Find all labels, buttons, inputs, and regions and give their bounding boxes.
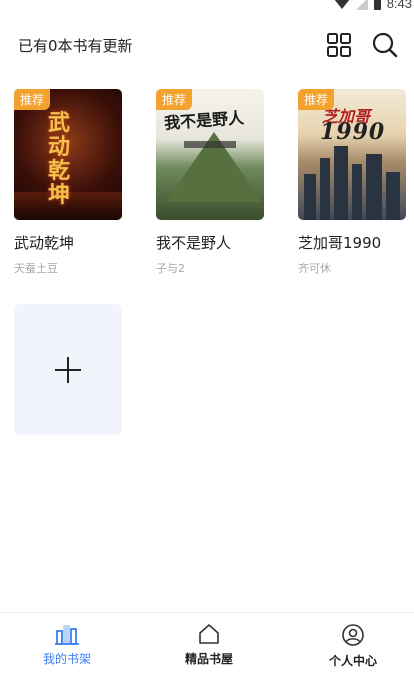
status-bar: 8:43 (0, 0, 414, 14)
tab-label: 我的书架 (42, 652, 91, 666)
recommend-tag: 推荐 (298, 89, 335, 110)
status-time: 8:43 (386, 0, 412, 11)
update-status-text: 已有0本书有更新 (18, 36, 133, 55)
book-item[interactable]: 推荐 武动乾坤 武动乾坤 天蚕土豆 (14, 89, 124, 276)
tab-profile[interactable]: 个人中心 (293, 613, 413, 683)
bookshelf-icon (55, 625, 79, 645)
book-author: 天蚕土豆 (14, 262, 58, 275)
plus-icon (55, 356, 81, 383)
cover-art (366, 154, 382, 220)
cover-art (352, 164, 362, 220)
book-author: 齐可休 (298, 262, 331, 275)
wifi-icon (333, 0, 350, 9)
status-icons: 8:43 (333, 0, 412, 11)
add-book-button[interactable] (14, 304, 122, 435)
home-icon (199, 624, 219, 644)
tab-bookstore[interactable]: 精品书屋 (149, 613, 269, 683)
book-cover[interactable]: 推荐 芝加哥 1990 (298, 89, 406, 220)
recommend-tag: 推荐 (14, 89, 51, 110)
battery-icon (373, 0, 381, 10)
cover-title: 武动乾坤 (48, 110, 72, 208)
bottom-nav: 我的书架 精品书屋 个人中心 (0, 612, 414, 690)
book-title[interactable]: 芝加哥1990 (298, 232, 408, 253)
cover-art (386, 172, 400, 220)
book-cover[interactable]: 推荐 武动乾坤 (14, 89, 122, 220)
header: 已有0本书有更新 (0, 22, 414, 68)
book-title[interactable]: 我不是野人 (156, 232, 266, 253)
search-button[interactable] (370, 30, 400, 60)
book-title[interactable]: 武动乾坤 (14, 232, 124, 253)
recommend-tag: 推荐 (156, 89, 193, 110)
search-icon (372, 32, 398, 58)
tab-label: 个人中心 (328, 654, 377, 668)
book-item[interactable]: 推荐 我不是野人 我不是野人 子与2 (156, 89, 266, 276)
cover-art (304, 174, 316, 220)
signal-icon (355, 0, 368, 10)
book-author: 子与2 (156, 262, 185, 275)
grid-view-button[interactable] (324, 30, 354, 60)
user-icon (342, 624, 364, 646)
cover-year: 1990 (320, 119, 386, 145)
book-item[interactable]: 推荐 芝加哥 1990 芝加哥1990 齐可休 (298, 89, 408, 276)
tab-bookshelf[interactable]: 我的书架 (7, 613, 127, 683)
book-cover[interactable]: 推荐 我不是野人 (156, 89, 264, 220)
cover-art (320, 158, 330, 220)
cover-art (334, 146, 348, 220)
cover-subtitle-bar (184, 141, 236, 148)
grid-icon (327, 33, 351, 57)
tab-label: 精品书屋 (184, 652, 233, 666)
